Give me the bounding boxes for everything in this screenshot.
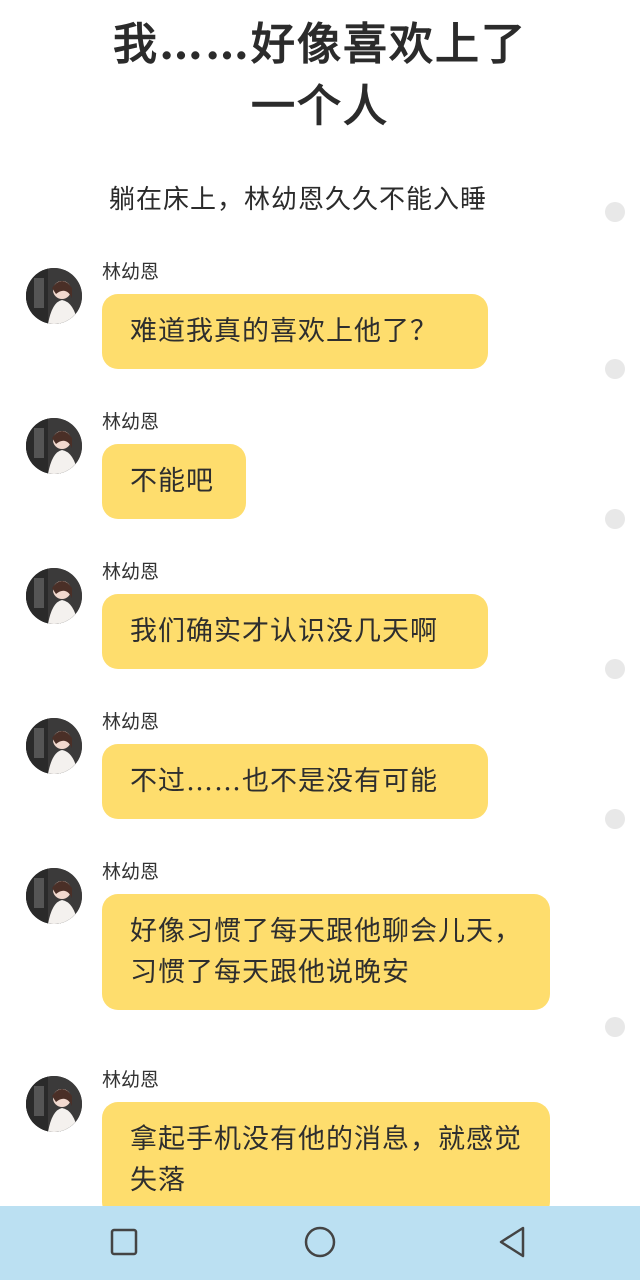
avatar-photo-icon — [26, 718, 82, 774]
message-bubble: 拿起手机没有他的消息，就感觉失落 — [102, 1102, 550, 1218]
message-bubble: 我们确实才认识没几天啊 — [102, 594, 488, 669]
sender-name: 林幼恩 — [102, 1069, 160, 1091]
message-bubble: 不能吧 — [102, 444, 246, 519]
avatar-photo-icon — [26, 418, 82, 474]
progress-dot — [605, 359, 625, 379]
story-title-line-1: 我……好像喜欢上了 — [113, 19, 527, 70]
sender-name: 林幼恩 — [102, 711, 160, 733]
recents-button[interactable] — [104, 1222, 144, 1262]
progress-dot — [605, 1017, 625, 1037]
system-navigation-bar — [0, 1206, 640, 1280]
avatar-photo-icon — [26, 268, 82, 324]
back-button[interactable] — [492, 1222, 532, 1262]
sender-name: 林幼恩 — [102, 561, 160, 583]
sender-name: 林幼恩 — [102, 411, 160, 433]
avatar[interactable] — [26, 568, 82, 624]
story-title: 我……好像喜欢上了 一个人 — [60, 14, 580, 138]
message-bubble: 难道我真的喜欢上他了？ — [102, 294, 488, 369]
avatar-photo-icon — [26, 868, 82, 924]
progress-dot — [605, 659, 625, 679]
square-recents-icon — [110, 1228, 138, 1256]
circle-home-icon — [304, 1226, 336, 1258]
avatar[interactable] — [26, 418, 82, 474]
avatar[interactable] — [26, 268, 82, 324]
avatar-photo-icon — [26, 568, 82, 624]
progress-dot — [605, 202, 625, 222]
story-screen: 我……好像喜欢上了 一个人 躺在床上，林幼恩久久不能入睡 林幼恩 难道我真的喜欢… — [0, 0, 640, 1280]
progress-dot — [605, 509, 625, 529]
avatar[interactable] — [26, 868, 82, 924]
progress-dot — [605, 809, 625, 829]
story-subtitle: 躺在床上，林幼恩久久不能入睡 — [108, 185, 487, 215]
home-button[interactable] — [300, 1222, 340, 1262]
message-bubble: 好像习惯了每天跟他聊会儿天，习惯了每天跟他说晚安 — [102, 894, 550, 1010]
triangle-back-icon — [499, 1226, 525, 1258]
story-title-line-2: 一个人 — [251, 81, 389, 132]
sender-name: 林幼恩 — [102, 861, 160, 883]
message-bubble: 不过……也不是没有可能 — [102, 744, 488, 819]
avatar[interactable] — [26, 1076, 82, 1132]
avatar[interactable] — [26, 718, 82, 774]
avatar-photo-icon — [26, 1076, 82, 1132]
sender-name: 林幼恩 — [102, 261, 160, 283]
